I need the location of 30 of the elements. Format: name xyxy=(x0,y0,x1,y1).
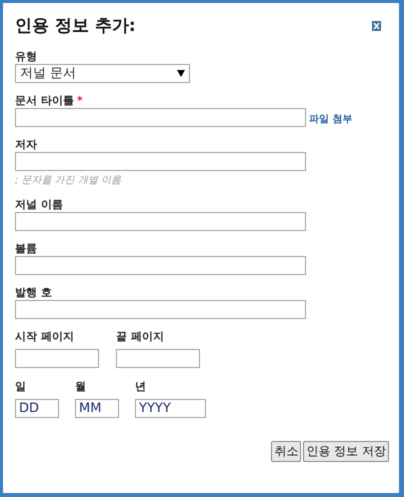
attach-file-link[interactable]: 파일 첨부 xyxy=(309,112,352,127)
text-field[interactable] xyxy=(15,256,306,275)
field-label: 저널 이름 xyxy=(15,199,63,211)
help-text: ; 문자를 가진 개별 이름 xyxy=(15,174,122,187)
type-select[interactable]: 저널 문서 xyxy=(15,64,190,83)
field-label: 발행 호 xyxy=(15,287,52,299)
field-label: 문서 타이틀 xyxy=(15,95,74,107)
page-field[interactable] xyxy=(116,349,200,368)
cancel-button[interactable]: 취소 xyxy=(271,441,302,462)
field-label: 유형 xyxy=(15,51,37,63)
required-mark: * xyxy=(76,95,83,107)
page-field[interactable] xyxy=(15,349,99,368)
date-field[interactable]: MM xyxy=(75,399,119,418)
dialog-title: 인용 정보 추가: xyxy=(15,15,136,37)
dropdown-arrow-icon xyxy=(177,70,185,77)
field-label: 볼륨 xyxy=(15,243,37,255)
text-field[interactable] xyxy=(15,152,306,171)
field-label: 년 xyxy=(135,381,147,393)
save-button[interactable]: 인용 정보 저장 xyxy=(303,441,389,462)
text-field[interactable] xyxy=(15,300,306,319)
date-field[interactable]: YYYY xyxy=(135,399,206,418)
text-field[interactable] xyxy=(15,108,306,127)
field-label: 월 xyxy=(75,381,87,393)
field-label: 시작 페이지 xyxy=(15,331,75,343)
text-field[interactable] xyxy=(15,212,306,231)
field-label: 끝 페이지 xyxy=(116,331,165,343)
field-label: 저자 xyxy=(15,139,37,151)
field-label: 일 xyxy=(15,381,27,393)
close-icon[interactable] xyxy=(372,21,381,31)
date-field[interactable]: DD xyxy=(15,399,59,418)
